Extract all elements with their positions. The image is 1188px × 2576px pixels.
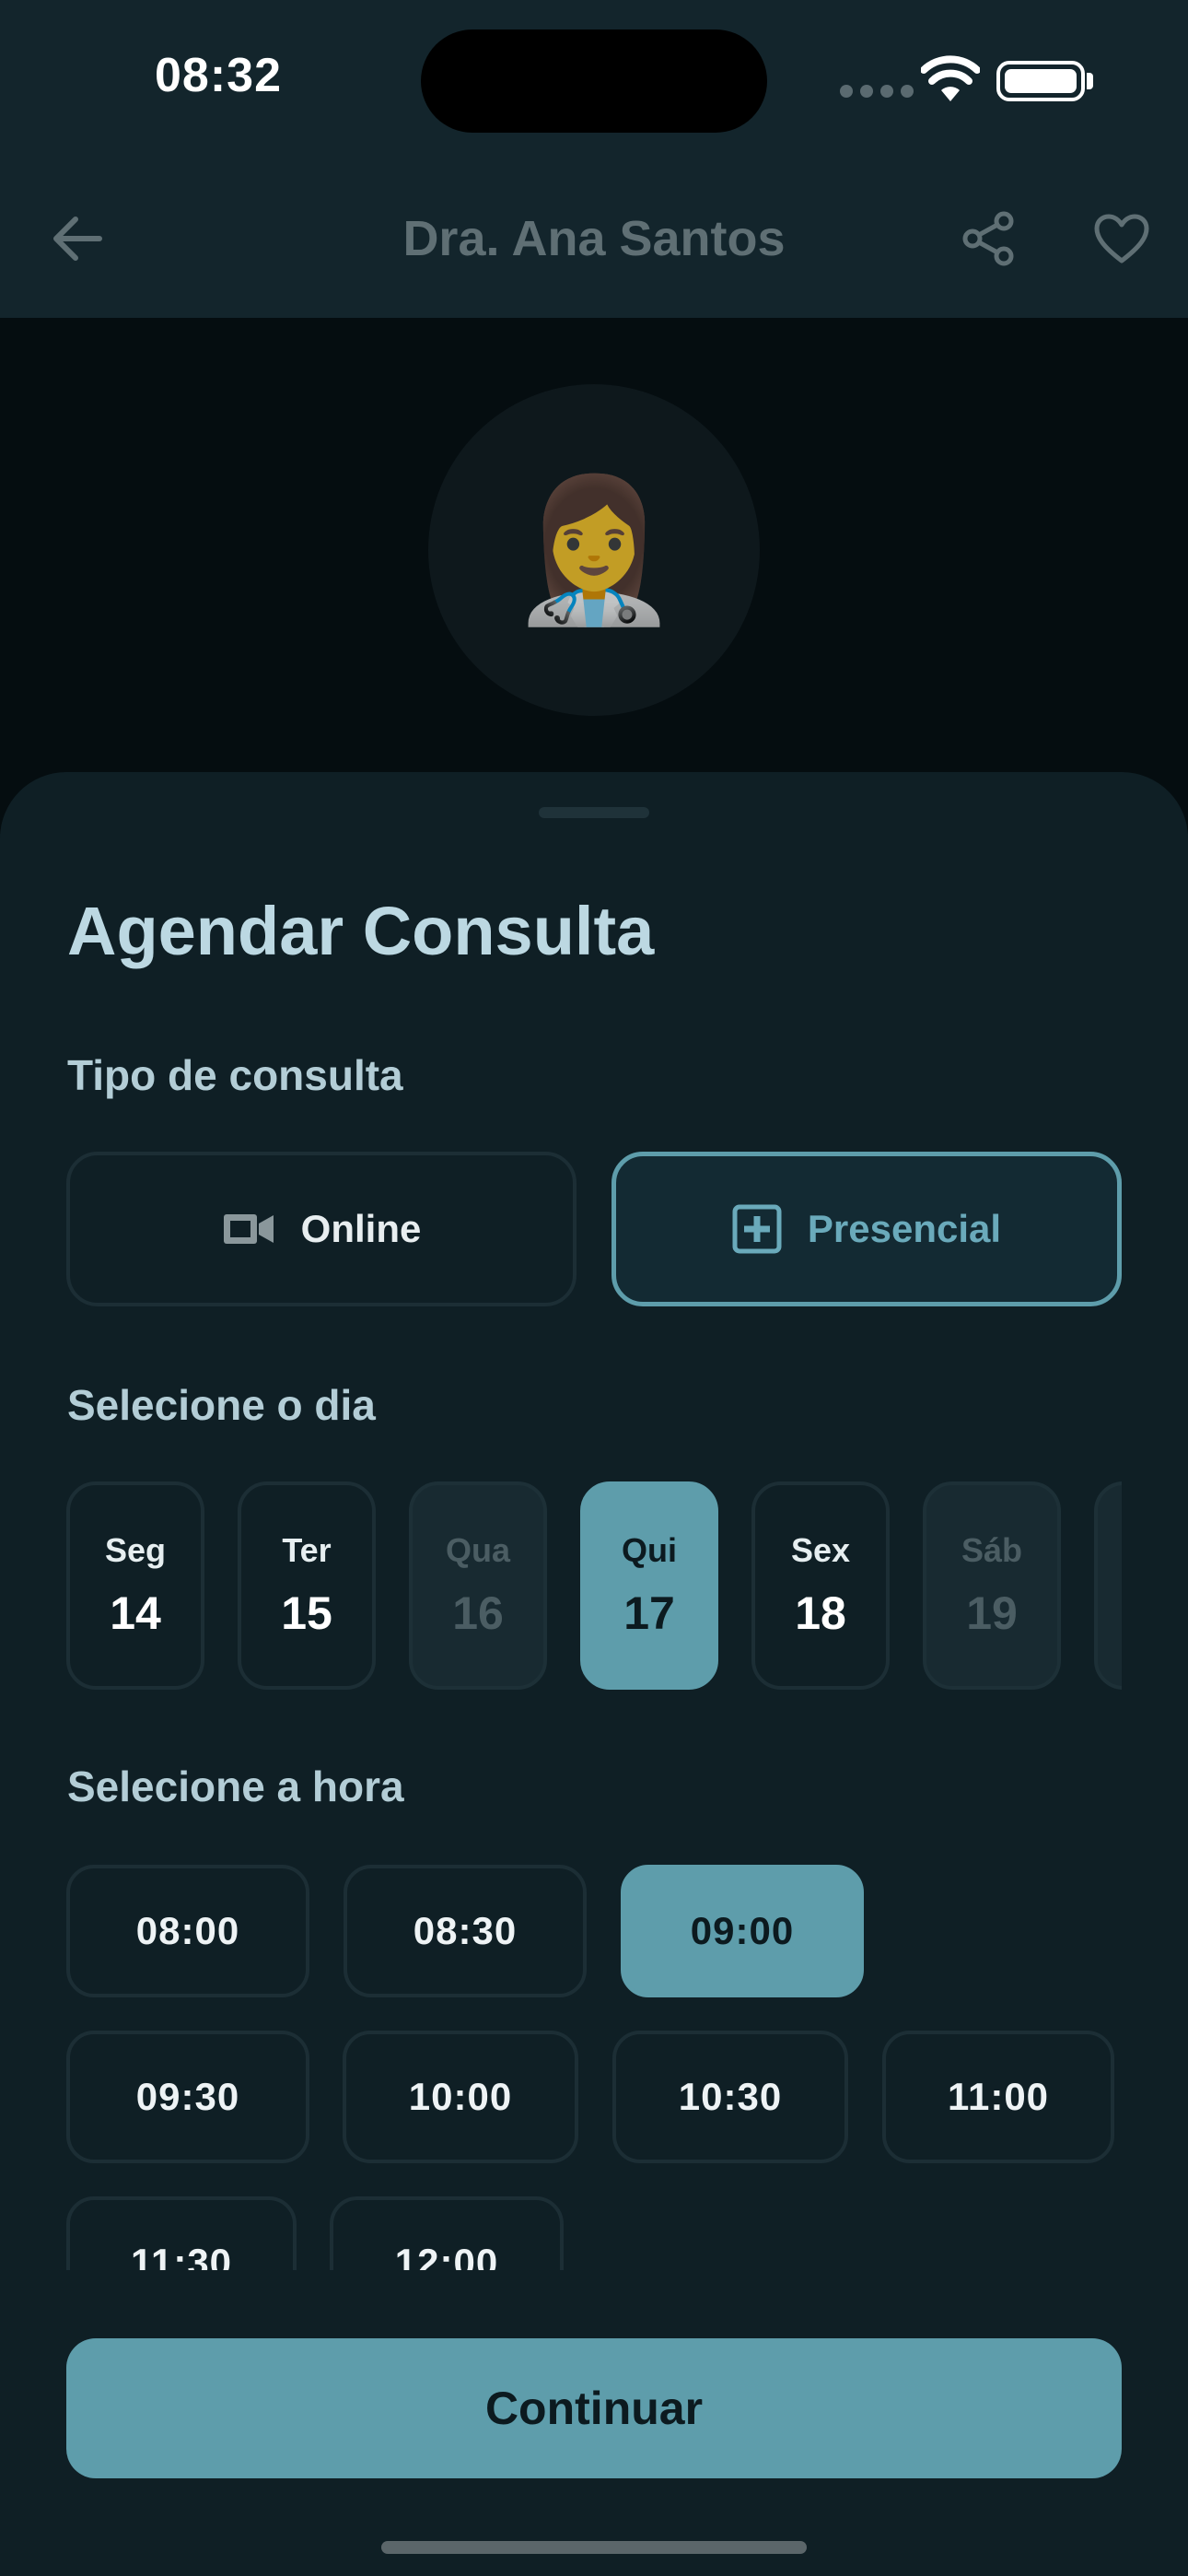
day-chip[interactable]: Seg 14 xyxy=(66,1481,204,1690)
medical-cross-icon xyxy=(732,1204,782,1254)
day-number: 14 xyxy=(110,1587,161,1639)
status-time: 08:32 xyxy=(155,49,282,102)
doctor-emoji-icon: 👩‍⚕️ xyxy=(507,473,681,627)
day-of-week: Seg xyxy=(104,1531,167,1569)
heart-icon xyxy=(1094,214,1149,263)
profile-area: 👩‍⚕️ xyxy=(0,318,1188,834)
continue-button[interactable]: Continuar xyxy=(66,2338,1122,2478)
day-of-week: Qui xyxy=(622,1531,677,1569)
time-slot[interactable]: 12:00 xyxy=(330,2196,564,2270)
day-chip[interactable]: Sex 18 xyxy=(751,1481,890,1690)
battery-tip xyxy=(1087,73,1093,89)
consult-type-online-label: Online xyxy=(300,1207,422,1250)
time-label: Selecione a hora xyxy=(67,1762,404,1810)
day-chip[interactable]: Ter 15 xyxy=(238,1481,376,1690)
day-of-week: Qua xyxy=(445,1531,510,1569)
consult-type-presencial-label: Presencial xyxy=(807,1207,1002,1250)
time-slot[interactable]: 11:00 xyxy=(882,2031,1114,2163)
sheet-grabber[interactable] xyxy=(539,807,649,818)
day-chip-partial[interactable] xyxy=(1094,1481,1122,1690)
time-slot[interactable]: 08:00 xyxy=(66,1865,309,1997)
day-number: 17 xyxy=(623,1587,675,1639)
video-camera-icon xyxy=(223,1214,274,1244)
time-slot[interactable]: 08:30 xyxy=(344,1865,587,1997)
home-indicator xyxy=(381,2541,807,2554)
time-slot[interactable]: 10:00 xyxy=(343,2031,578,2163)
consult-type-label: Tipo de consulta xyxy=(67,1051,403,1099)
dynamic-island xyxy=(421,29,767,133)
time-picker: 08:00 08:30 09:00 09:30 10:00 10:30 11:0… xyxy=(0,1865,1188,2270)
wifi-icon xyxy=(921,55,980,101)
share-icon xyxy=(962,211,1014,266)
day-of-week: Sex xyxy=(790,1531,851,1569)
time-slot[interactable]: 11:30 xyxy=(66,2196,297,2270)
day-number: 19 xyxy=(966,1587,1018,1639)
day-chip-disabled: Sáb 19 xyxy=(923,1481,1061,1690)
cellular-signal-icon xyxy=(840,85,914,98)
status-bar: 08:32 xyxy=(0,0,1188,161)
day-chip-disabled: Qua 16 xyxy=(409,1481,547,1690)
schedule-sheet: Agendar Consulta Tipo de consulta Online… xyxy=(0,772,1188,2576)
day-number: 18 xyxy=(795,1587,846,1639)
doctor-avatar: 👩‍⚕️ xyxy=(428,384,760,716)
day-number: 16 xyxy=(452,1587,504,1639)
share-button[interactable] xyxy=(960,209,1019,268)
day-picker: Seg 14 Ter 15 Qua 16 Qui 17 Sex 18 Sáb 1… xyxy=(66,1481,1122,1690)
time-slot-selected[interactable]: 09:00 xyxy=(621,1865,864,1997)
time-slot[interactable]: 09:30 xyxy=(66,2031,309,2163)
day-of-week: Ter xyxy=(282,1531,332,1569)
screen: 08:32 Dra. Ana Santos xyxy=(0,0,1188,2576)
consult-type-online[interactable]: Online xyxy=(66,1152,577,1306)
consult-type-presencial[interactable]: Presencial xyxy=(611,1152,1122,1306)
app-header: Dra. Ana Santos xyxy=(0,161,1188,318)
day-chip-selected[interactable]: Qui 17 xyxy=(580,1481,718,1690)
day-number: 15 xyxy=(281,1587,332,1639)
day-label: Selecione o dia xyxy=(67,1381,376,1429)
time-slot[interactable]: 10:30 xyxy=(612,2031,848,2163)
favorite-button[interactable] xyxy=(1092,209,1151,268)
sheet-title: Agendar Consulta xyxy=(67,893,655,969)
battery-icon xyxy=(996,61,1085,101)
day-of-week: Sáb xyxy=(961,1531,1023,1569)
